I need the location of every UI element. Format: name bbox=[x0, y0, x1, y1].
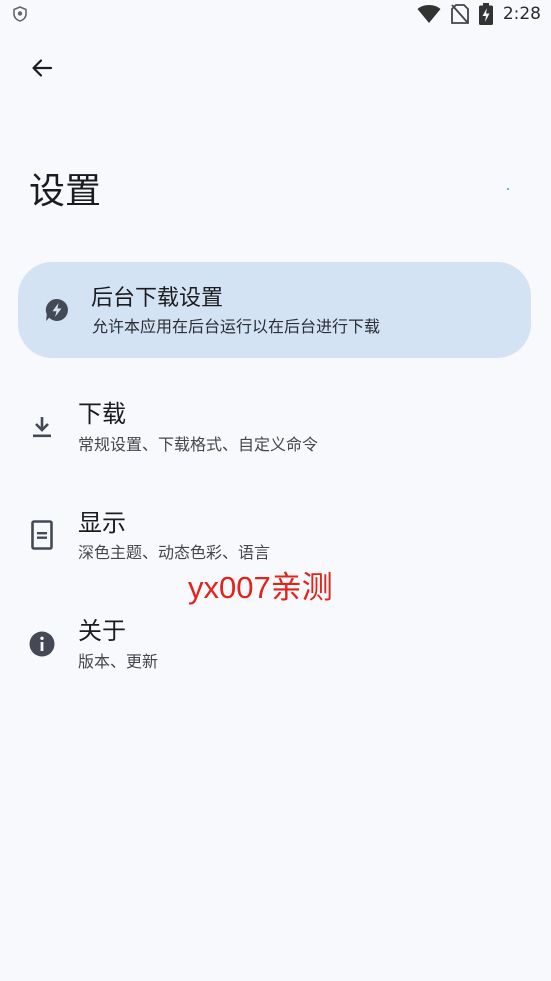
background-card-title: 后台下载设置 bbox=[91, 286, 224, 311]
back-button[interactable] bbox=[22, 48, 62, 88]
battery-charging-icon bbox=[478, 3, 493, 25]
bolt-chat-icon bbox=[45, 298, 68, 321]
settings-item-title: 下载 bbox=[78, 400, 126, 428]
decorative-dot bbox=[507, 188, 509, 190]
background-download-card[interactable]: 后台下载设置 允许本应用在后台运行以在后台进行下载 bbox=[18, 262, 531, 358]
no-sim-icon bbox=[450, 4, 469, 24]
wifi-icon bbox=[417, 5, 441, 23]
settings-item-download[interactable]: 下载 常规设置、下载格式、自定义命令 bbox=[0, 386, 551, 476]
watermark-text: yx007亲测 bbox=[188, 570, 333, 605]
info-icon bbox=[28, 630, 56, 658]
status-time: 2:28 bbox=[502, 4, 541, 24]
settings-item-title: 关于 bbox=[78, 617, 126, 645]
status-bar: 2:28 bbox=[0, 0, 551, 28]
settings-item-subtitle: 常规设置、下载格式、自定义命令 bbox=[78, 435, 319, 454]
settings-item-about[interactable]: 关于 版本、更新 bbox=[0, 603, 551, 693]
page-title: 设置 bbox=[29, 171, 102, 212]
settings-item-subtitle: 深色主题、动态色彩、语言 bbox=[78, 543, 271, 562]
download-icon bbox=[28, 413, 56, 441]
shield-icon bbox=[13, 6, 27, 22]
display-icon bbox=[28, 520, 56, 550]
settings-item-title: 显示 bbox=[78, 509, 126, 537]
status-right: 2:28 bbox=[417, 2, 541, 26]
background-card-subtitle: 允许本应用在后台运行以在后台进行下载 bbox=[92, 317, 381, 336]
settings-item-subtitle: 版本、更新 bbox=[78, 652, 159, 671]
arrow-left-icon bbox=[32, 59, 53, 77]
